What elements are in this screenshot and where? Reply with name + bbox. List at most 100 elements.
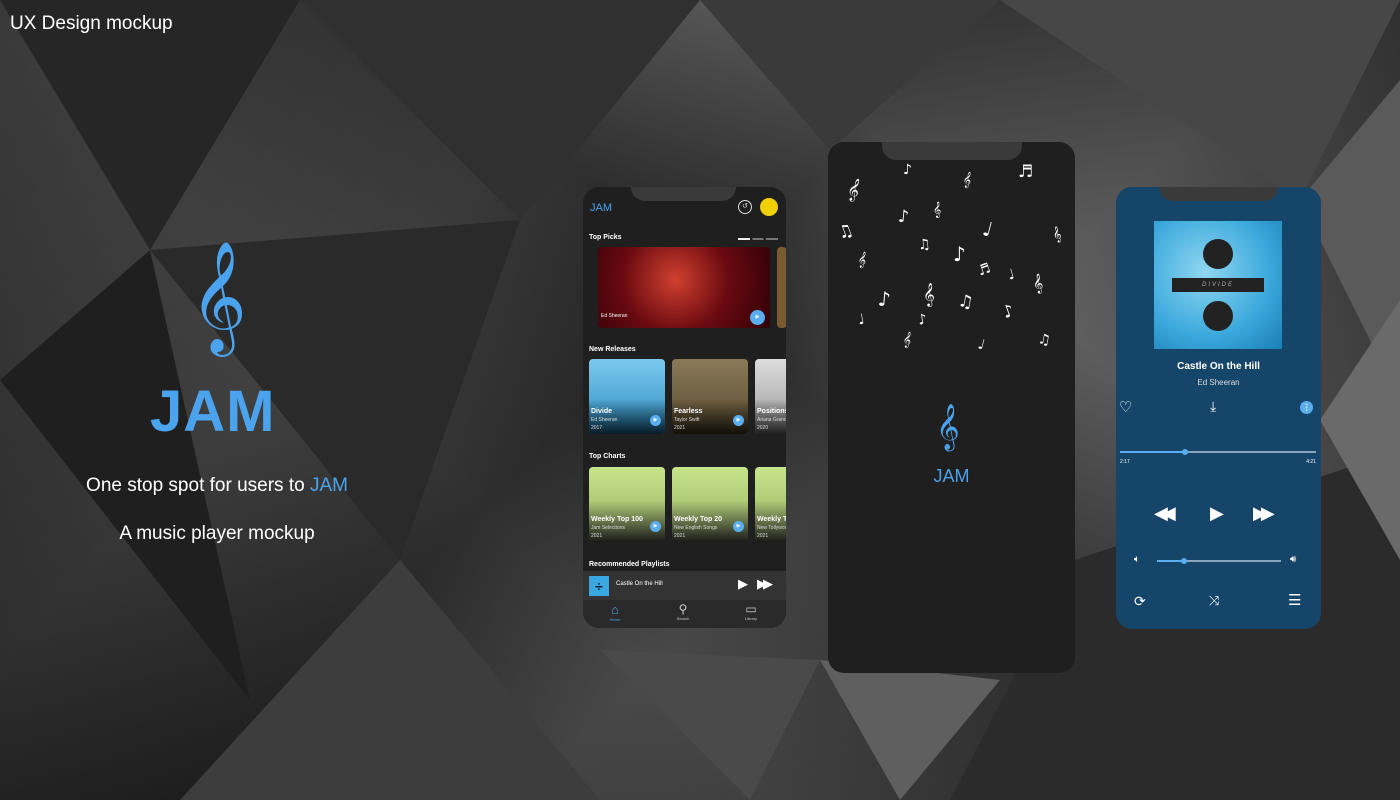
play-icon[interactable]: ▶ [738,576,748,592]
library-icon: ▭ [745,602,757,616]
carousel-indicator[interactable] [738,238,778,240]
heart-icon[interactable]: ♡ [1119,398,1132,416]
chart-year: 2021 [674,533,686,539]
music-note-icon: ♫ [835,219,857,245]
download-icon[interactable]: ⤓ [1210,398,1216,415]
history-icon[interactable]: ↺ [738,200,752,214]
phone-notch [882,142,1022,160]
chart-year: 2021 [757,533,769,539]
play-icon[interactable]: ▶ [733,521,744,532]
chart-card[interactable]: Weekly Top 100 Jam Selections 2021 ▶ [589,467,665,542]
phone-notch [631,187,736,201]
more-options-icon[interactable]: ⋮ [1300,401,1313,414]
progress-slider[interactable] [1120,449,1316,455]
avatar[interactable] [760,198,778,216]
music-note-icon: 𝄞 [923,282,935,306]
play-icon[interactable]: ▶ [1210,503,1224,524]
home-screen-phone: JAM ↺ Top Picks Ed Sheeran ▶ New Release… [583,187,786,628]
music-note-icon: 𝄞 [1051,226,1064,244]
mini-player[interactable]: ÷ Castle On the Hill ▶ ▶▶ [583,571,786,600]
release-artist: Taylor Swift [674,417,700,423]
fast-forward-icon[interactable]: ▶▶ [1253,503,1275,524]
release-year: 2021 [674,425,686,431]
music-note-icon: 𝄞 [961,171,973,189]
music-note-icon: ♬ [975,260,993,280]
play-icon[interactable]: ▶ [650,521,661,532]
music-note-icon: ♩ [976,336,987,354]
release-card[interactable]: Divide Ed Sheeran 2017 ▶ [589,359,665,434]
album-title: DIVIDE [1172,278,1264,292]
music-note-icon: ♩ [1006,266,1017,284]
splash-app-name: JAM [933,466,970,486]
recommended-heading: Recommended Playlists [589,561,670,568]
duration: 4:21 [1306,459,1316,465]
play-icon[interactable]: ▶ [750,310,765,325]
nav-label: Search [676,616,690,621]
music-note-icon: ♪ [916,311,929,329]
music-note-icon: ♪ [903,162,912,178]
top-pick-card-next[interactable] [777,247,786,328]
release-card[interactable]: Positions Ariana Grande 2020 ▶ [755,359,786,434]
chart-title: Weekly Top 100 [591,516,643,523]
chart-title: Weekly Top [757,516,786,523]
brand-name: JAM [150,379,276,444]
music-note-icon: ♪ [897,206,910,228]
album-art: ÷ [589,576,609,596]
chart-card[interactable]: Weekly Top 20 New English Songs 2021 ▶ [672,467,748,542]
nav-library[interactable]: ▭ Library [739,602,763,621]
music-note-icon: ♫ [1036,331,1052,349]
nav-search[interactable]: ⚲ Search [671,602,695,621]
music-note-icon: ♬ [1018,162,1034,182]
bottom-nav: ⌂ Home ⚲ Search ▭ Library [583,600,786,628]
album-cover: DIVIDE [1154,221,1282,349]
tagline-text: One stop spot for users to [86,475,310,496]
release-artist: Ariana Grande [757,417,786,423]
release-title: Positions [757,408,786,415]
nav-label: Library [744,616,758,621]
volume-high-icon: 🔊︎ [1290,554,1297,565]
chart-title: Weekly Top 20 [674,516,722,523]
mini-player-song: Castle On the Hill [616,581,663,587]
music-note-icon: ♪ [876,286,892,312]
music-note-icon: ♪ [953,242,966,266]
chart-card[interactable]: Weekly Top New Tollywood 2021 ▶ [755,467,786,542]
music-note-icon: 𝄞 [901,331,913,349]
new-releases-heading: New Releases [589,346,636,353]
rewind-icon[interactable]: ◀◀ [1154,503,1176,524]
release-card[interactable]: Fearless Taylor Swift 2021 ▶ [672,359,748,434]
treble-clef-icon: 𝄞 [936,404,960,450]
queue-icon[interactable]: ☰ [1288,591,1301,609]
tagline-highlight: JAM [309,475,348,496]
nav-home[interactable]: ⌂ Home [603,602,627,622]
release-year: 2020 [757,425,769,431]
play-icon[interactable]: ▶ [733,415,744,426]
play-icon[interactable]: ▶ [650,415,661,426]
music-note-icon: ♩ [980,216,996,242]
top-pick-artist: Ed Sheeran [601,313,628,319]
top-pick-card[interactable]: Ed Sheeran ▶ [598,247,770,328]
chart-subtitle: New Tollywood [757,525,786,531]
music-note-icon: ♫ [917,236,932,254]
volume-slider[interactable] [1157,558,1281,564]
chart-year: 2021 [591,533,603,539]
splash-screen-phone: 𝄞 ♪ 𝄞 ♬ ♫ ♪ 𝄞 ♩ 𝄞 𝄞 ♫ ♪ ♬ ♩ 𝄞 ♪ 𝄞 ♫ ♪ ♩ ♪ 𝄞 ♩ ♫ 𝄞 JAM [828,142,1075,673]
release-artist: Ed Sheeran [591,417,618,423]
home-icon: ⌂ [611,602,619,617]
music-note-icon: ♪ [999,300,1017,324]
next-icon[interactable]: ▶▶ [757,576,773,592]
shuffle-icon[interactable]: ⤨ [1209,593,1219,609]
subtitle: A music player mockup [119,523,315,544]
search-icon: ⚲ [678,602,688,616]
top-charts-heading: Top Charts [589,453,626,460]
app-name: JAM [590,202,612,214]
music-note-icon: 𝄞 [1031,273,1045,295]
tagline: One stop spot for users to JAM [0,475,434,497]
top-picks-heading: Top Picks [589,234,622,241]
phone-notch [1159,187,1278,201]
repeat-icon[interactable]: ⟳ [1134,593,1146,610]
chart-subtitle: New English Songs [674,525,718,531]
music-note-icon: 𝄞 [933,202,942,218]
page-title: UX Design mockup [10,13,173,34]
volume-low-icon: 🔈︎ [1134,554,1140,565]
release-year: 2017 [591,425,603,431]
